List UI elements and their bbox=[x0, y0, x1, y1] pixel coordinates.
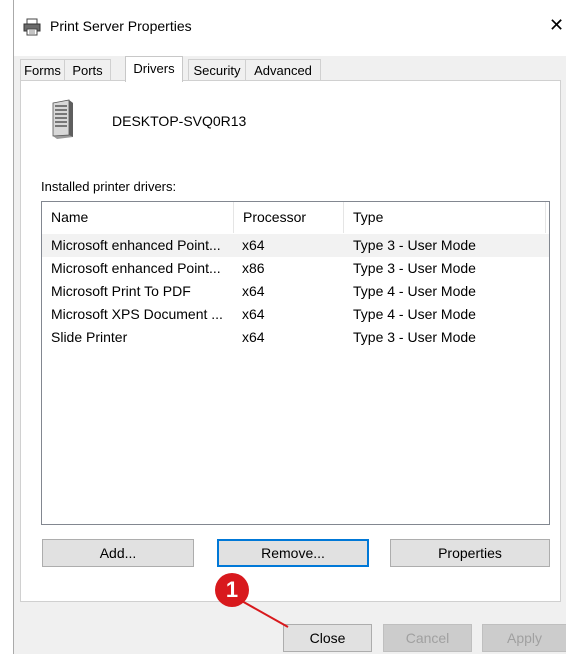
annotation-pointer-line bbox=[239, 599, 289, 628]
annotation-step-badge: 1 bbox=[215, 573, 249, 607]
